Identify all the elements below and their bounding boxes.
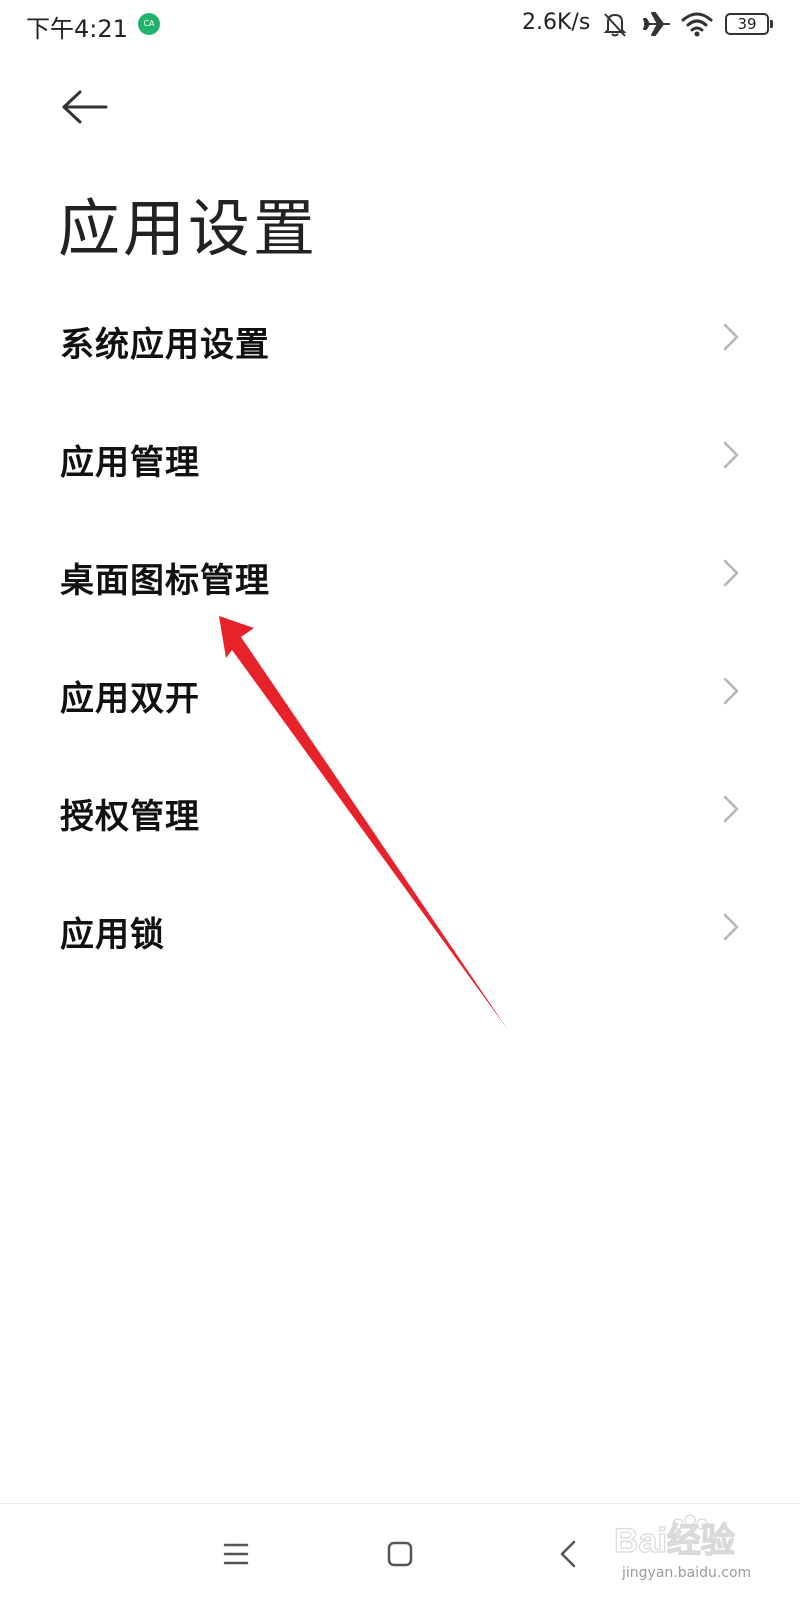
- status-time: 下午4:21: [26, 15, 128, 43]
- settings-item-label: 应用双开: [60, 679, 200, 719]
- home-icon[interactable]: [380, 1534, 420, 1574]
- chevron-right-icon: [723, 795, 739, 823]
- chevron-right-icon: [723, 323, 739, 351]
- settings-item-label: 应用锁: [60, 915, 165, 955]
- settings-item-label: 系统应用设置: [60, 325, 270, 365]
- watermark-url: jingyan.baidu.com: [622, 1565, 752, 1581]
- back-button[interactable]: [58, 82, 114, 132]
- back-icon[interactable]: [550, 1534, 590, 1574]
- settings-item-permissions[interactable]: 授权管理: [0, 752, 800, 870]
- network-speed: 2.6K/s: [522, 10, 591, 35]
- battery-level: 39: [737, 15, 757, 33]
- settings-item-app-lock[interactable]: 应用锁: [0, 870, 800, 988]
- airplane-icon: [643, 12, 670, 36]
- app-notification-icon: CA: [138, 13, 160, 35]
- menu-icon[interactable]: [215, 1534, 255, 1574]
- arrow-left-icon: [62, 90, 108, 124]
- chevron-right-icon: [723, 677, 739, 705]
- settings-item-label: 应用管理: [60, 443, 200, 483]
- page-title: 应用设置: [58, 192, 319, 265]
- wifi-icon: [681, 12, 713, 37]
- chevron-right-icon: [723, 913, 739, 941]
- settings-item-dual-apps[interactable]: 应用双开: [0, 634, 800, 752]
- settings-item-app-management[interactable]: 应用管理: [0, 398, 800, 516]
- chevron-right-icon: [723, 559, 739, 587]
- settings-item-desktop-icon-management[interactable]: 桌面图标管理: [0, 516, 800, 634]
- bell-off-icon: [603, 13, 627, 37]
- chevron-right-icon: [723, 441, 739, 469]
- battery-icon: 39: [725, 13, 773, 35]
- status-bar: 下午4:21 CA 2.6K/s 39: [0, 0, 800, 50]
- settings-item-label: 桌面图标管理: [60, 561, 270, 601]
- settings-item-system-apps[interactable]: 系统应用设置: [0, 280, 800, 398]
- settings-item-label: 授权管理: [60, 797, 200, 837]
- settings-list: 系统应用设置 应用管理 桌面图标管理 应用双开 授权管理 应用锁: [0, 280, 800, 988]
